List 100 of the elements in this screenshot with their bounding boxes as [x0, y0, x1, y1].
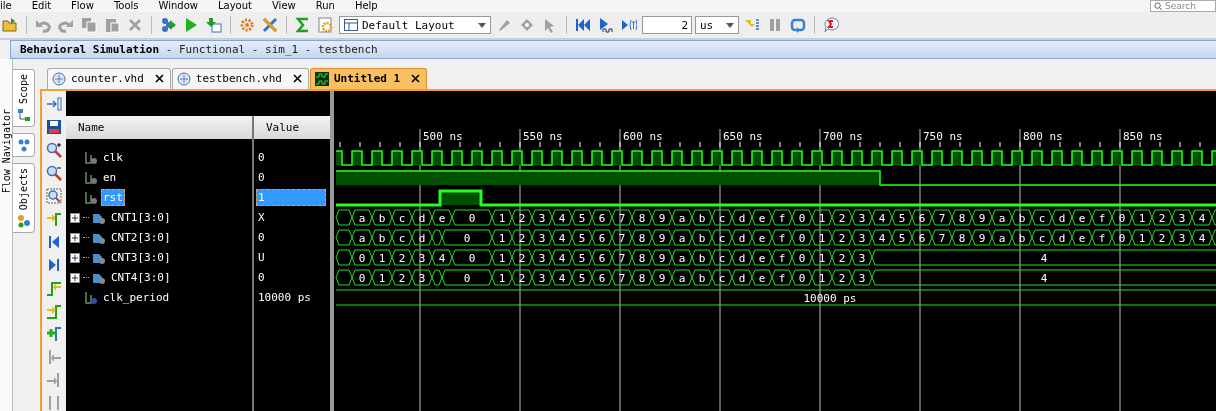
- zoom-fit-icon[interactable]: [46, 187, 62, 204]
- bus-value: 1: [498, 231, 506, 245]
- run-simulation-icon[interactable]: [160, 17, 176, 33]
- signal-name[interactable]: clk: [101, 149, 125, 167]
- bus-value: 2: [518, 271, 526, 285]
- menu-item[interactable]: Layout: [218, 0, 252, 12]
- tools-icon[interactable]: [262, 17, 278, 33]
- layout-icon: [344, 19, 358, 31]
- expand-icon[interactable]: [70, 272, 80, 283]
- bus-value: b: [378, 211, 386, 225]
- signal-name[interactable]: CNT1[3:0]: [109, 209, 173, 227]
- bus-value: a: [358, 211, 366, 225]
- bus-value: 5: [898, 211, 906, 225]
- bus-value: 2: [518, 211, 526, 225]
- expand-icon[interactable]: [70, 252, 80, 263]
- bus-value: 4: [1198, 231, 1206, 245]
- signal-name[interactable]: CNT2[3:0]: [109, 229, 173, 247]
- bus-value: 5: [898, 231, 906, 245]
- step-icon[interactable]: [744, 17, 760, 33]
- time-field[interactable]: 2: [642, 16, 692, 34]
- bus-value: 1: [818, 251, 826, 265]
- zoom-in-icon[interactable]: [46, 141, 62, 158]
- bus-value: d: [738, 211, 746, 225]
- gear-document-icon[interactable]: [318, 17, 334, 33]
- bus-value: 0: [463, 271, 471, 285]
- bus-value: f: [778, 251, 786, 265]
- menu-item[interactable]: Flow: [71, 0, 94, 12]
- bus-value: c: [398, 231, 406, 245]
- bus-value: f: [778, 211, 786, 225]
- bus-value: 3: [418, 271, 426, 285]
- bus-value: c: [718, 211, 726, 225]
- signal-value: U: [257, 250, 266, 267]
- menu-item[interactable]: Run: [315, 0, 335, 12]
- bus-value: 2: [1158, 231, 1166, 245]
- column-header[interactable]: Value: [254, 115, 330, 139]
- message-icon[interactable]: [823, 17, 839, 33]
- next-transition-icon[interactable]: [46, 210, 62, 227]
- open-folder-icon[interactable]: [2, 17, 18, 33]
- menu-item[interactable]: Edit: [31, 0, 52, 12]
- editor-tab[interactable]: counter.vhd: [47, 67, 171, 89]
- time-label: 500 ns: [423, 129, 463, 143]
- bus-value: a: [678, 231, 686, 245]
- bus-value: 8: [638, 211, 646, 225]
- time-label: 650 ns: [723, 129, 763, 143]
- layout-dropdown[interactable]: Default Layout: [339, 16, 491, 34]
- run-icon[interactable]: [183, 17, 199, 33]
- relaunch-icon[interactable]: [790, 17, 806, 33]
- run-for-time-icon[interactable]: [621, 17, 637, 33]
- bus-value: a: [358, 231, 366, 245]
- bus-value: 4: [1198, 211, 1206, 225]
- menu-item[interactable]: View: [272, 0, 296, 12]
- signal-name[interactable]: CNT3[3:0]: [109, 249, 173, 267]
- signal-name[interactable]: CNT4[3:0]: [109, 269, 173, 287]
- bus-value: b: [1018, 211, 1026, 225]
- bus-value: 2: [1158, 211, 1166, 225]
- expand-icon[interactable]: [70, 232, 80, 243]
- editor-tab[interactable]: testbench.vhd: [171, 67, 309, 89]
- bus-value: d: [738, 251, 746, 265]
- restart-icon[interactable]: [575, 17, 591, 33]
- next-edge-icon[interactable]: [46, 302, 62, 319]
- signal-name[interactable]: en: [101, 169, 119, 187]
- collapse-panel-icon[interactable]: [46, 95, 62, 112]
- time-label: 600 ns: [623, 129, 663, 143]
- download-icon[interactable]: [206, 17, 222, 33]
- go-to-end-icon[interactable]: [46, 256, 62, 273]
- bus-value: 7: [938, 211, 946, 225]
- time-label: 700 ns: [823, 129, 863, 143]
- column-header[interactable]: Name: [66, 115, 252, 139]
- search-icon: [1154, 1, 1163, 11]
- bus-value: a: [998, 211, 1006, 225]
- close-icon[interactable]: [411, 74, 421, 84]
- close-icon[interactable]: [292, 74, 302, 84]
- unit-dropdown[interactable]: us: [695, 16, 739, 34]
- close-icon[interactable]: [154, 74, 164, 84]
- sigma-icon[interactable]: [295, 17, 311, 33]
- run-waveform-icon[interactable]: [598, 17, 614, 33]
- bus-value: 8: [638, 231, 646, 245]
- editor-tab[interactable]: Untitled 1: [309, 67, 428, 89]
- bus-value: d: [418, 211, 426, 225]
- search-field[interactable]: Search: [1150, 0, 1216, 12]
- go-to-start-icon[interactable]: [46, 233, 62, 250]
- bus-value: d: [418, 231, 426, 245]
- menu-item[interactable]: ile: [0, 0, 12, 12]
- add-marker-icon[interactable]: [46, 325, 62, 342]
- settings-icon[interactable]: [239, 17, 255, 33]
- menu-item[interactable]: Window: [158, 0, 198, 12]
- zoom-out-icon[interactable]: [46, 164, 62, 181]
- menu-item[interactable]: Tools: [113, 0, 139, 12]
- previous-edge-icon[interactable]: [46, 279, 62, 296]
- signal-value: 10000 ps: [257, 290, 312, 307]
- side-tab[interactable]: Scope: [13, 69, 35, 128]
- signal-value: X: [257, 210, 266, 227]
- hierarchy-tab[interactable]: [13, 133, 35, 158]
- signal-name[interactable]: clk_period: [101, 289, 172, 307]
- bus-value: 9: [658, 211, 666, 225]
- side-tab[interactable]: Objects: [13, 163, 35, 234]
- expand-icon[interactable]: [70, 212, 80, 223]
- save-icon[interactable]: [46, 118, 62, 135]
- bus-value: 3: [858, 231, 866, 245]
- menu-item[interactable]: Help: [354, 0, 378, 12]
